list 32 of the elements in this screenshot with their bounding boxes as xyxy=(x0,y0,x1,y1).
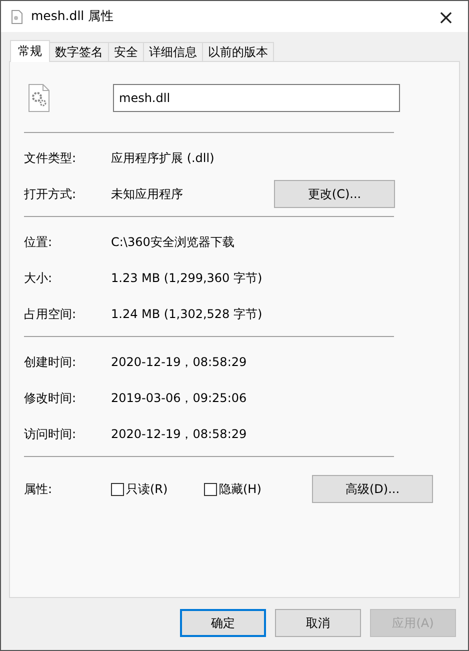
field-value: 2020-12-19，08:58:29 xyxy=(111,354,248,370)
field-label: 访问时间: xyxy=(24,426,78,442)
checkbox[interactable] xyxy=(204,482,217,496)
file-icon xyxy=(11,10,23,24)
window-title: mesh.dll 属性 xyxy=(31,8,116,25)
field-value: 未知应用程序 xyxy=(111,186,184,202)
filename-field[interactable]: mesh.dll xyxy=(113,84,400,112)
settings-file-icon xyxy=(28,84,50,112)
field-value: 1.23 MB (1,299,360 字节) xyxy=(111,270,264,286)
checkbox[interactable] xyxy=(111,482,124,496)
field-value: 应用程序扩展 (.dll) xyxy=(111,150,216,166)
field-value: 2019-03-06，09:25:06 xyxy=(111,390,248,406)
field-value: 1.24 MB (1,302,528 字节) xyxy=(111,306,264,322)
field-label: 创建时间: xyxy=(24,354,78,370)
field-label: 大小: xyxy=(24,270,54,286)
dialog-button[interactable]: 取消 xyxy=(275,609,361,637)
change-button[interactable]: 更改(C)... xyxy=(274,180,395,208)
tab[interactable]: 以前的版本 xyxy=(202,42,274,62)
checkbox-label[interactable]: 隐藏(H) xyxy=(219,480,262,498)
field-label: 文件类型: xyxy=(24,150,78,166)
checkbox-label[interactable]: 只读(R) xyxy=(126,480,168,498)
close-button[interactable]: × xyxy=(424,1,468,32)
field-label: 属性: xyxy=(24,480,54,498)
field-label: 修改时间: xyxy=(24,390,78,406)
field-label: 打开方式: xyxy=(24,186,78,202)
field-label: 位置: xyxy=(24,234,54,250)
tab[interactable]: 常规 xyxy=(10,40,50,62)
field-value: C:\360安全浏览器下载 xyxy=(111,234,236,250)
dialog-button[interactable]: 确定 xyxy=(180,609,266,637)
advanced-button[interactable]: 高级(D)... xyxy=(312,475,433,503)
field-label: 占用空间: xyxy=(24,306,78,322)
field-value: 2020-12-19，08:58:29 xyxy=(111,426,248,442)
